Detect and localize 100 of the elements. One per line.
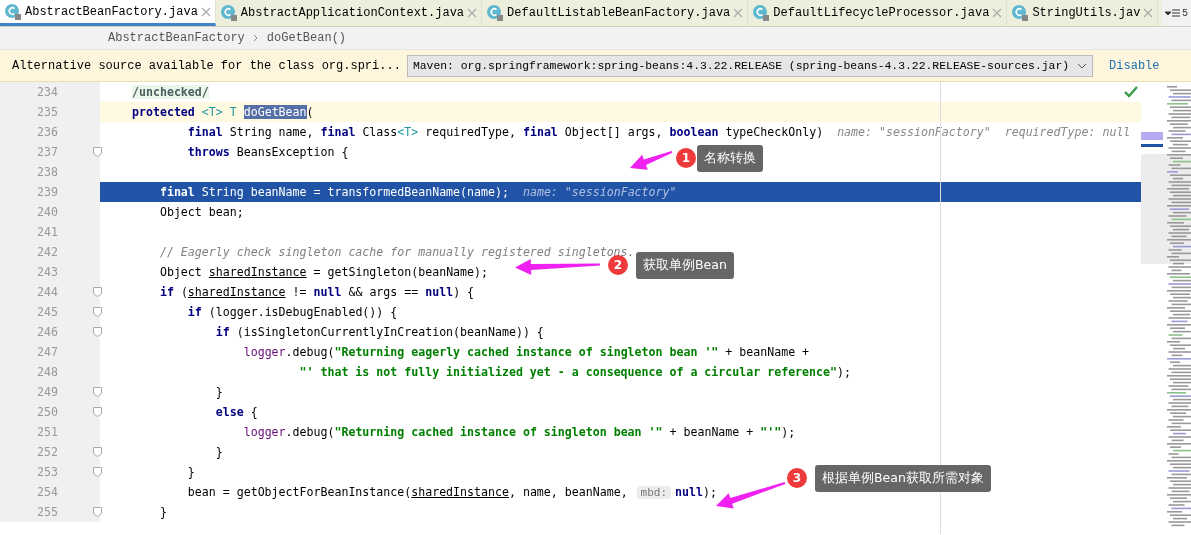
code-text: Object	[159, 265, 203, 279]
breadcrumb-item[interactable]: AbstractBeanFactory	[108, 31, 245, 45]
close-icon[interactable]	[733, 8, 744, 18]
class-file-icon	[486, 4, 505, 22]
code-keyword: final	[320, 125, 356, 139]
code-keyword: if	[159, 285, 174, 299]
code-text: = getSingleton(beanName);	[313, 265, 489, 279]
chevron-icon	[252, 34, 259, 42]
step-number: 3	[787, 468, 807, 488]
line-number: 238	[37, 165, 58, 179]
code-field: logger	[243, 345, 286, 359]
type-parameter: T	[229, 105, 237, 119]
line-number: 235	[37, 105, 58, 119]
inlay-hint: name: "sessionFactory"	[837, 125, 991, 139]
code-text: (	[306, 105, 314, 119]
fold-marker-icon[interactable]	[93, 467, 102, 477]
tab-overflow-menu[interactable]: 5	[1162, 0, 1191, 26]
fold-marker-icon[interactable]	[93, 407, 102, 417]
close-icon[interactable]	[467, 8, 478, 18]
code-variable: sharedInstance	[208, 265, 307, 279]
code-keyword: if	[215, 325, 230, 339]
fold-marker-icon[interactable]	[93, 307, 102, 317]
code-keyword: boolean	[669, 125, 719, 139]
code-keyword: null	[313, 285, 342, 299]
fold-marker-icon[interactable]	[93, 147, 102, 157]
code-keyword: if	[187, 305, 202, 319]
class-file-icon	[1011, 4, 1030, 22]
file-tab[interactable]: AbstractApplicationContext.java	[215, 0, 483, 26]
code-text: Object[] args,	[564, 125, 664, 139]
line-number: 255	[37, 505, 58, 519]
string-literal: "Returning cached instance of singleton bean '"	[334, 425, 663, 439]
check-icon	[1124, 86, 1138, 98]
code-keyword: null	[675, 485, 703, 499]
type-parameter: <T>	[397, 125, 419, 139]
line-number: 241	[37, 225, 58, 239]
code-text: Class	[362, 125, 398, 139]
caret-icon	[1077, 62, 1088, 69]
line-number: 242	[37, 245, 58, 259]
code-text: bean = getObjectForBeanInstance(	[187, 485, 412, 499]
breadcrumb-item[interactable]: doGetBean()	[266, 31, 347, 45]
string-literal: "'"	[760, 425, 782, 439]
file-tab[interactable]: AbstractBeanFactory.java	[0, 0, 216, 26]
list-icon	[1165, 8, 1181, 18]
code-text: String beanName = transformedBeanName(name);	[201, 185, 509, 199]
close-icon[interactable]	[1143, 8, 1154, 18]
pointer-arrow	[716, 482, 786, 510]
line-number: 236	[37, 125, 58, 139]
code-text: + beanName +	[669, 425, 755, 439]
close-icon[interactable]	[200, 6, 211, 17]
type-parameter: <T>	[201, 105, 223, 119]
code-text: }	[187, 465, 195, 479]
code-text: Object bean;	[159, 205, 244, 219]
file-tab[interactable]: DefaultLifecycleProcessor.java	[748, 0, 1008, 26]
file-tab[interactable]: StringUtils.jav	[1007, 0, 1159, 26]
inlay-hint: requiredType: null	[1004, 125, 1131, 139]
step-number: 2	[608, 255, 628, 275]
source-dropdown[interactable]: Maven: org.springframework:spring-beans:4.3.22.RELEASE (spring-beans-4.3.22.RELEASE-sources.jar)	[406, 54, 1094, 77]
code-text: .debug(	[285, 425, 335, 439]
code-text: BeansException {	[236, 145, 349, 159]
line-number: 253	[37, 465, 58, 479]
pointer-arrow	[630, 151, 673, 171]
fold-marker-icon[interactable]	[93, 327, 102, 337]
code-text: , name, beanName,	[508, 485, 629, 499]
line-number: 243	[37, 265, 58, 279]
fold-marker-icon[interactable]	[93, 507, 102, 517]
highlighted-identifier: doGetBean	[243, 105, 307, 119]
parameter-hint: mbd:	[636, 486, 672, 499]
file-tab[interactable]: DefaultListableBeanFactory.java	[482, 0, 749, 26]
step-number: 1	[676, 148, 696, 168]
line-number: 237	[37, 145, 58, 159]
string-literal: "' that is not fully initialized yet - a consequence of a circular reference"	[299, 365, 837, 379]
code-annotation: /unchecked/	[132, 85, 209, 99]
inlay-hint: name: "sessionFactory"	[522, 185, 677, 199]
fold-marker-icon[interactable]	[93, 387, 102, 397]
line-number: 246	[37, 325, 58, 339]
callout-label: 获取单例Bean	[636, 252, 734, 279]
code-keyword: final	[522, 125, 558, 139]
disable-link[interactable]: Disable	[1109, 58, 1160, 73]
code-text: (	[180, 285, 188, 299]
code-text: }	[159, 505, 167, 519]
code-text: {	[250, 405, 258, 419]
code-text: );	[703, 485, 717, 499]
code-text: !=	[292, 285, 308, 299]
line-number: 252	[37, 445, 58, 459]
close-icon[interactable]	[992, 8, 1003, 18]
code-text: (logger.isDebugEnabled()) {	[208, 305, 398, 319]
line-number: 250	[37, 405, 58, 419]
code-variable: sharedInstance	[187, 285, 286, 299]
fold-marker-icon[interactable]	[93, 287, 102, 297]
fold-marker-icon[interactable]	[93, 447, 102, 457]
line-number: 251	[37, 425, 58, 439]
banner-message: Alternative source available for the class org.spri...	[12, 58, 401, 73]
code-text: (isSingletonCurrentlyInCreation(beanName)) {	[236, 325, 544, 339]
class-file-icon	[752, 4, 771, 22]
code-field: logger	[243, 425, 286, 439]
code-text: }	[215, 445, 223, 459]
line-number: 254	[37, 485, 58, 499]
line-number: 248	[37, 365, 58, 379]
line-number: 244	[37, 285, 58, 299]
code-text: && args ==	[348, 285, 420, 299]
